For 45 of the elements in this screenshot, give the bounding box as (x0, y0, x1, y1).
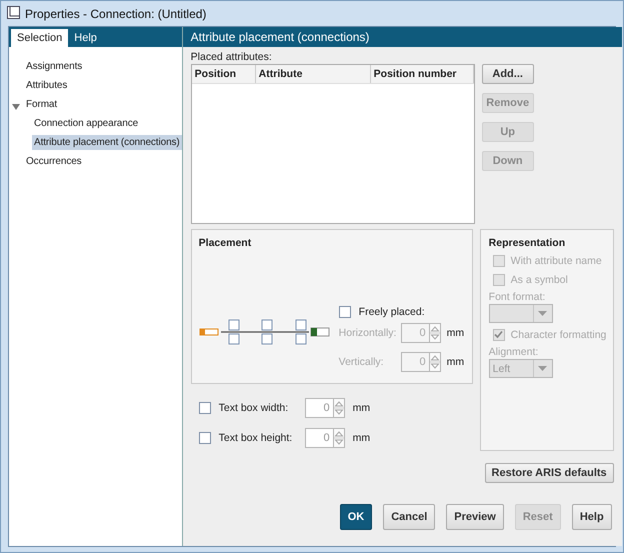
tree-item[interactable]: Attributes (24, 78, 70, 93)
button[interactable]: Help (572, 504, 612, 530)
expand-arrow-icon[interactable] (12, 102, 20, 108)
tree-item[interactable]: Assignments (24, 59, 84, 74)
button[interactable]: Add... (482, 64, 534, 84)
checkbox-label: Character formatting (510, 328, 606, 340)
field-label: Alignment: (488, 346, 540, 358)
checkbox-label: Text box width: (218, 402, 290, 414)
spin-button[interactable] (428, 352, 441, 372)
tree-item[interactable]: Attribute placement (connections) (32, 135, 182, 150)
checkbox-label: As a symbol (510, 274, 568, 286)
tab[interactable]: Help (68, 29, 103, 47)
tab[interactable]: Selection (11, 29, 68, 47)
unit-label: mm (446, 356, 464, 368)
checkbox[interactable] (198, 432, 211, 444)
button[interactable]: Preview (446, 504, 504, 530)
column-header[interactable]: Attribute (256, 65, 371, 83)
table-label: Placed attributes: (190, 51, 273, 63)
spin-button[interactable] (332, 428, 345, 448)
unit-label: mm (352, 432, 370, 444)
window-icon (7, 6, 20, 22)
unit-label: mm (446, 327, 464, 339)
checkbox-label: Freely placed: (358, 306, 425, 318)
spin-button[interactable] (332, 398, 345, 418)
field-label: Vertically: (338, 356, 385, 368)
field-label: Horizontally: (338, 327, 395, 339)
spin-button[interactable] (428, 323, 441, 343)
group-title: Representation (488, 237, 566, 249)
checkbox-label: Text box height: (218, 432, 294, 444)
column-header[interactable]: Position number (370, 65, 474, 83)
field-label: Font format: (488, 291, 546, 303)
checkbox[interactable] (198, 402, 211, 414)
checkbox-label: With attribute name (510, 254, 602, 266)
tree-item[interactable]: Connection appearance (32, 116, 140, 131)
restore-defaults-button[interactable]: Restore ARIS defaults (484, 463, 614, 483)
panel-header: Attribute placement (connections) (182, 27, 622, 47)
column-header[interactable]: Position (192, 65, 256, 83)
button[interactable]: Cancel (383, 504, 436, 530)
button[interactable]: OK (340, 504, 372, 530)
tree-item[interactable]: Format (24, 97, 60, 112)
group-title: Placement (198, 237, 252, 249)
tree-item[interactable]: Occurrences (24, 154, 84, 169)
checkbox[interactable] (338, 306, 351, 318)
unit-label: mm (352, 402, 370, 414)
window-title: Properties - Connection: (Untitled) (25, 6, 206, 20)
